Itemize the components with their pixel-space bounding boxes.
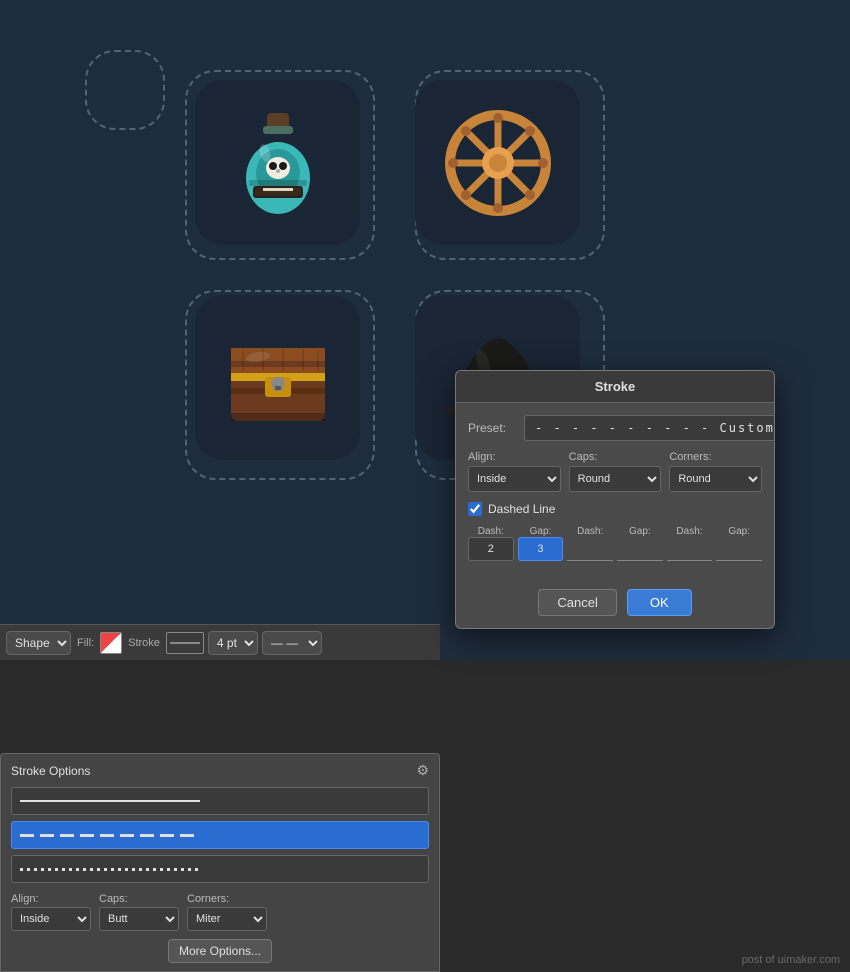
icon-card-bottle[interactable] xyxy=(195,80,360,245)
watermark: post of uimaker.com xyxy=(742,954,840,966)
preset-row: Preset: - - - - - - - - - - Custom —————… xyxy=(468,415,762,441)
stroke-dot-option[interactable] xyxy=(11,855,429,883)
stroke-dialog: Stroke Preset: - - - - - - - - - - Custo… xyxy=(455,370,775,629)
dash2-label: Dash: xyxy=(567,526,613,537)
dialog-align-select[interactable]: Inside Center Outside xyxy=(468,466,561,492)
gap3-label: Gap: xyxy=(716,526,762,537)
align-col-label: Align: xyxy=(468,451,561,463)
stroke-swatch[interactable] xyxy=(166,632,204,654)
preset-select[interactable]: - - - - - - - - - - Custom —————————— xyxy=(524,415,775,441)
dash3-line xyxy=(667,537,713,561)
stroke-label: Stroke xyxy=(128,637,160,649)
align-group: Align: Inside Center Outside xyxy=(11,893,91,931)
gap2-line xyxy=(617,537,663,561)
stroke-options-panel: Stroke Options ⚙ Align: Inside Center Ou… xyxy=(0,753,440,972)
corners-label: Corners: xyxy=(187,893,267,905)
gap1-label: Gap: xyxy=(518,526,564,537)
caps-label: Caps: xyxy=(99,893,179,905)
align-caps-corners: Align: Inside Center Outside Caps: Round… xyxy=(468,451,762,492)
dashed-line-checkbox[interactable] xyxy=(468,502,482,516)
dash-gap-grid: Dash: Gap: Dash: Gap: Dash: Gap: xyxy=(468,526,762,561)
gear-icon[interactable]: ⚙ xyxy=(416,762,429,779)
toolbar: Shape Fill: Stroke 4 pt — — — xyxy=(0,624,440,660)
stroke-line-preview xyxy=(170,642,200,644)
gap3-col: Gap: xyxy=(716,526,762,561)
chest-icon xyxy=(223,333,333,423)
stroke-options-bottom: Align: Inside Center Outside Caps: Butt … xyxy=(11,893,429,931)
dashed-line-label: Dashed Line xyxy=(488,502,555,516)
caps-group: Caps: Butt Round Square xyxy=(99,893,179,931)
dash1-label: Dash: xyxy=(468,526,514,537)
caps-col: Caps: Round Butt Square xyxy=(569,451,662,492)
dash1-col: Dash: xyxy=(468,526,514,561)
stroke-dash-option[interactable] xyxy=(11,821,429,849)
dialog-body: Preset: - - - - - - - - - - Custom —————… xyxy=(456,403,774,585)
gap3-line xyxy=(716,537,762,561)
dialog-footer: Cancel OK xyxy=(456,585,774,628)
dash-select[interactable]: — — — xyxy=(262,631,322,655)
dash2-line xyxy=(567,537,613,561)
dash2-col: Dash: xyxy=(567,526,613,561)
wheel-icon xyxy=(443,108,553,218)
caps-col-label: Caps: xyxy=(569,451,662,463)
pt-select[interactable]: 4 pt xyxy=(208,631,258,655)
dash3-label: Dash: xyxy=(667,526,713,537)
solid-line xyxy=(20,800,200,802)
dash-line xyxy=(20,834,200,837)
watermark-text: post of uimaker.com xyxy=(742,954,840,966)
align-col: Align: Inside Center Outside xyxy=(468,451,561,492)
gap1-input[interactable] xyxy=(518,537,564,561)
corners-group: Corners: Miter Round Bevel xyxy=(187,893,267,931)
dashed-line-row: Dashed Line xyxy=(468,502,762,516)
corners-col-label: Corners: xyxy=(669,451,762,463)
dashed-bg-shape-6 xyxy=(85,50,165,130)
stroke-preview-row xyxy=(11,787,429,883)
icon-card-chest[interactable] xyxy=(195,295,360,460)
fill-swatch[interactable] xyxy=(100,632,122,654)
dialog-title: Stroke xyxy=(595,379,635,394)
ok-button[interactable]: OK xyxy=(627,589,692,616)
cancel-button[interactable]: Cancel xyxy=(538,589,616,616)
stroke-solid-option[interactable] xyxy=(11,787,429,815)
shape-select[interactable]: Shape xyxy=(6,631,71,655)
fill-label: Fill: xyxy=(77,637,94,649)
gap2-label: Gap: xyxy=(617,526,663,537)
preset-label: Preset: xyxy=(468,421,516,435)
dash1-input[interactable] xyxy=(468,537,514,561)
more-options-button[interactable]: More Options... xyxy=(168,939,272,963)
align-select[interactable]: Inside Center Outside xyxy=(11,907,91,931)
gap2-col: Gap: xyxy=(617,526,663,561)
dialog-titlebar: Stroke xyxy=(456,371,774,403)
dialog-caps-select[interactable]: Round Butt Square xyxy=(569,466,662,492)
gap1-col: Gap: xyxy=(518,526,564,561)
dialog-corners-select[interactable]: Round Miter Bevel xyxy=(669,466,762,492)
corners-col: Corners: Round Miter Bevel xyxy=(669,451,762,492)
bottle-icon xyxy=(233,108,323,218)
panel-title: Stroke Options xyxy=(11,764,90,778)
corners-select[interactable]: Miter Round Bevel xyxy=(187,907,267,931)
panel-header: Stroke Options ⚙ xyxy=(11,762,429,779)
dot-line xyxy=(20,868,200,871)
icon-card-wheel[interactable] xyxy=(415,80,580,245)
align-label: Align: xyxy=(11,893,91,905)
caps-select[interactable]: Butt Round Square xyxy=(99,907,179,931)
dash3-col: Dash: xyxy=(667,526,713,561)
